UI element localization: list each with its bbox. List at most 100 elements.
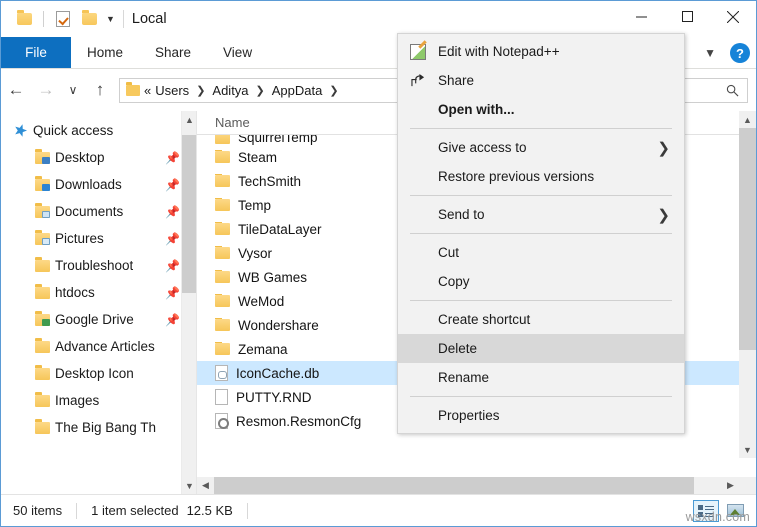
sidebar-item-htdocs[interactable]: htdocs 📌 — [1, 279, 196, 306]
scroll-up-icon[interactable]: ▲ — [739, 111, 756, 128]
menu-item-label: Send to — [438, 207, 485, 222]
sidebar-item-troubleshoot[interactable]: Troubleshoot 📌 — [1, 252, 196, 279]
folder-icon — [215, 173, 230, 187]
sidebar-item-quick-access[interactable]: Quick access — [1, 117, 196, 144]
sidebar-item-desktop[interactable]: Desktop 📌 — [1, 144, 196, 171]
menu-item-label: Delete — [438, 341, 478, 356]
recent-locations-button[interactable]: ∨ — [61, 75, 85, 105]
sidebar-item-advance-articles[interactable]: Advance Articles — [1, 333, 196, 360]
menu-item-label: Rename — [438, 370, 490, 385]
scrollbar-thumb-horizontal[interactable] — [214, 477, 694, 494]
menu-item-delete[interactable]: Delete — [398, 334, 684, 363]
sidebar-item-documents[interactable]: Documents 📌 — [1, 198, 196, 225]
chevron-down-icon[interactable]: ▼ — [696, 46, 724, 60]
file-list-scrollbar[interactable]: ▲ ▼ — [739, 111, 756, 458]
scrollbar-thumb[interactable] — [739, 128, 756, 350]
folder-icon — [215, 197, 230, 211]
maximize-icon[interactable] — [664, 1, 710, 32]
menu-separator — [410, 233, 672, 234]
menu-item-give-access-to[interactable]: Give access to ❯ — [398, 133, 684, 162]
breadcrumb-separator-icon[interactable]: ❯ — [326, 84, 341, 97]
selection-label: 1 item selected — [91, 503, 179, 518]
watermark: wsxdn.com — [685, 510, 750, 524]
sidebar-item-label: Desktop Icon — [55, 366, 134, 381]
pin-icon[interactable]: 📌 — [165, 232, 180, 246]
sidebar-item-pictures[interactable]: Pictures 📌 — [1, 225, 196, 252]
item-count-label: 50 items — [13, 503, 63, 518]
pin-icon[interactable]: 📌 — [165, 151, 180, 165]
tab-home[interactable]: Home — [71, 37, 139, 68]
menu-item-copy[interactable]: Copy — [398, 267, 684, 296]
sidebar-item-desktop-icon[interactable]: Desktop Icon — [1, 360, 196, 387]
sidebar-item-images[interactable]: Images — [1, 387, 196, 414]
scroll-down-icon[interactable]: ▼ — [739, 441, 756, 458]
help-icon[interactable]: ? — [730, 43, 750, 63]
sidebar-item-label: Troubleshoot — [55, 258, 134, 273]
breadcrumb-item-aditya[interactable]: Aditya — [212, 83, 248, 98]
menu-item-label: Copy — [438, 274, 470, 289]
scroll-up-icon[interactable]: ▲ — [182, 111, 196, 128]
menu-item-label: Properties — [438, 408, 500, 423]
pin-icon[interactable]: 📌 — [165, 205, 180, 219]
customize-caret-icon[interactable]: ▼ — [102, 14, 119, 24]
close-icon[interactable] — [710, 1, 756, 32]
menu-item-properties[interactable]: Properties — [398, 401, 684, 430]
file-name-label: TileDataLayer — [238, 221, 322, 237]
folder-icon — [35, 337, 55, 353]
up-button[interactable]: ↑ — [85, 75, 115, 105]
ribbon-right-controls: ▼ ? — [696, 37, 750, 69]
breadcrumb-item-appdata[interactable]: AppData — [272, 83, 323, 98]
file-name-label: Zemana — [238, 341, 288, 357]
file-explorer-window: ▼ Local File Home Share View ▼ ? ← → ∨ ↑… — [0, 0, 757, 527]
minimize-icon[interactable] — [618, 1, 664, 32]
breadcrumb-overflow[interactable]: « — [144, 83, 151, 98]
menu-separator — [410, 300, 672, 301]
menu-item-share[interactable]: Share — [398, 66, 684, 95]
menu-item-cut[interactable]: Cut — [398, 238, 684, 267]
tab-file[interactable]: File — [1, 37, 71, 68]
scroll-left-icon[interactable]: ◀ — [197, 477, 214, 494]
pin-icon[interactable]: 📌 — [165, 178, 180, 192]
folder-icon — [215, 317, 230, 331]
sidebar-item-the-big-bang-th[interactable]: The Big Bang Th — [1, 414, 196, 441]
pin-icon[interactable]: 📌 — [165, 313, 180, 327]
breadcrumb-separator-icon[interactable]: ❯ — [193, 84, 208, 97]
menu-item-restore-previous-versions[interactable]: Restore previous versions — [398, 162, 684, 191]
breadcrumb-item-users[interactable]: Users — [155, 83, 189, 98]
toolbar-divider — [43, 11, 44, 27]
pin-icon[interactable]: 📌 — [165, 259, 180, 273]
forward-button[interactable]: → — [31, 75, 61, 105]
menu-item-rename[interactable]: Rename — [398, 363, 684, 392]
breadcrumb-separator-icon[interactable]: ❯ — [253, 84, 268, 97]
tab-view[interactable]: View — [207, 37, 268, 68]
sidebar-item-google-drive[interactable]: Google Drive 📌 — [1, 306, 196, 333]
file-list-horizontal-scrollbar[interactable]: ◀ ▶ — [197, 477, 756, 494]
scrollbar-thumb[interactable] — [182, 135, 196, 293]
db-file-icon — [215, 365, 228, 381]
menu-item-open-with[interactable]: Open with... — [398, 95, 684, 124]
title-divider — [122, 10, 124, 28]
file-name-label: Temp — [238, 197, 272, 213]
context-menu: Edit with Notepad++ Share Open with... G… — [397, 33, 685, 434]
menu-item-label: Give access to — [438, 140, 527, 155]
sidebar-item-label: Pictures — [55, 231, 104, 246]
menu-item-send-to[interactable]: Send to ❯ — [398, 200, 684, 229]
folder-icon — [215, 293, 230, 307]
menu-item-create-shortcut[interactable]: Create shortcut — [398, 305, 684, 334]
navigation-pane-scrollbar[interactable]: ▲ ▼ — [181, 111, 196, 494]
window-title: Local — [131, 11, 167, 27]
menu-item-edit-with-notepad-plus-plus[interactable]: Edit with Notepad++ — [398, 37, 684, 66]
tab-share[interactable]: Share — [139, 37, 207, 68]
sidebar-item-label: The Big Bang Th — [55, 420, 157, 435]
folder-icon[interactable] — [11, 6, 37, 32]
pin-icon[interactable]: 📌 — [165, 286, 180, 300]
back-button[interactable]: ← — [1, 75, 31, 105]
status-bar: 50 items 1 item selected 12.5 KB — [1, 494, 756, 526]
scroll-right-icon[interactable]: ▶ — [722, 477, 739, 494]
properties-icon[interactable] — [50, 6, 76, 32]
folder-icon — [215, 221, 230, 235]
sidebar-item-downloads[interactable]: Downloads 📌 — [1, 171, 196, 198]
new-folder-icon[interactable] — [76, 6, 102, 32]
scroll-down-icon[interactable]: ▼ — [182, 477, 196, 494]
folder-icon — [35, 418, 55, 434]
